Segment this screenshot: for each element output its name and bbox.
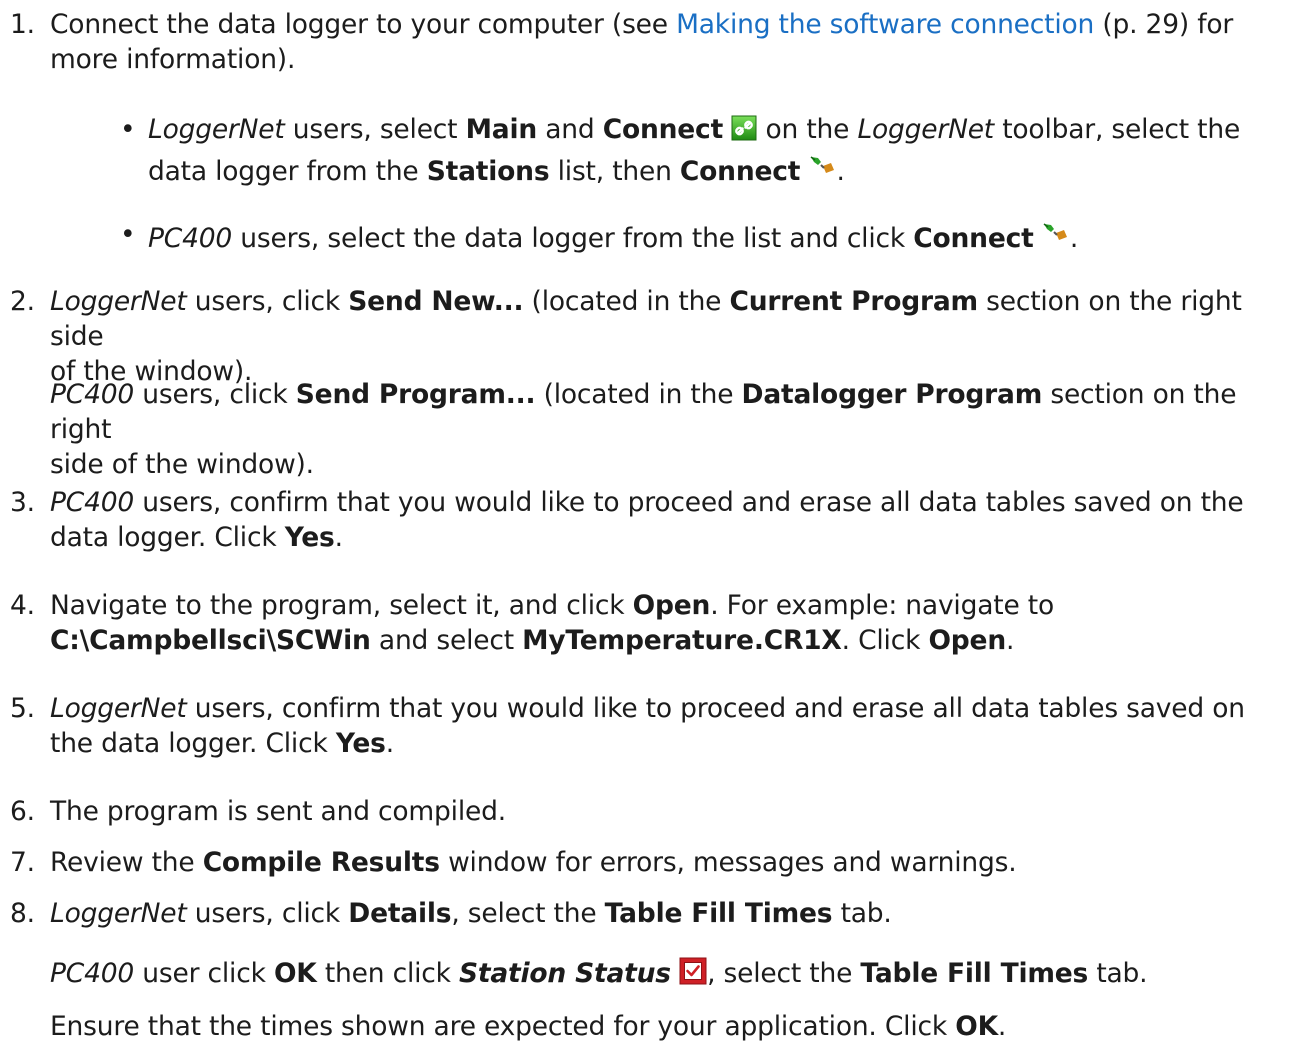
step-6: 6. The program is sent and compiled. <box>10 796 506 827</box>
plug-icon <box>1042 217 1070 252</box>
step-number: 2. <box>10 286 35 317</box>
step-number: 5. <box>10 693 35 724</box>
step-number: 7. <box>10 847 35 878</box>
step-1: 1. Connect the data logger to your compu… <box>10 9 1234 75</box>
step-5: 5. LoggerNet users, confirm that you wou… <box>10 693 1245 759</box>
step-2: 2. LoggerNet users, click Send New... (l… <box>10 286 1242 387</box>
step-8-pc400: PC400 user click OK then click Station S… <box>0 956 1282 991</box>
instructions-page: 1. Connect the data logger to your compu… <box>0 0 1290 1053</box>
step-8-ensure: Ensure that the times shown are expected… <box>50 1011 1007 1042</box>
step-number: 8. <box>10 898 35 929</box>
step-number: 4. <box>10 590 35 621</box>
step-4: 4. Navigate to the program, select it, a… <box>10 590 1054 656</box>
step-number: 1. <box>10 9 35 40</box>
step-3: 3. PC400 users, confirm that you would l… <box>10 487 1244 553</box>
step-2-pc400: PC400 users, click Send Program... (loca… <box>50 379 1237 480</box>
checkbox-icon <box>679 957 707 994</box>
link-icon <box>731 115 757 150</box>
step-number: 6. <box>10 796 35 827</box>
plug-icon <box>809 150 837 185</box>
step-8: 8. LoggerNet users, click Details, selec… <box>10 898 892 929</box>
software-connection-link[interactable]: Making the software connection <box>676 9 1094 40</box>
step-number: 3. <box>10 487 35 518</box>
step-7: 7. Review the Compile Results window for… <box>10 847 1017 878</box>
